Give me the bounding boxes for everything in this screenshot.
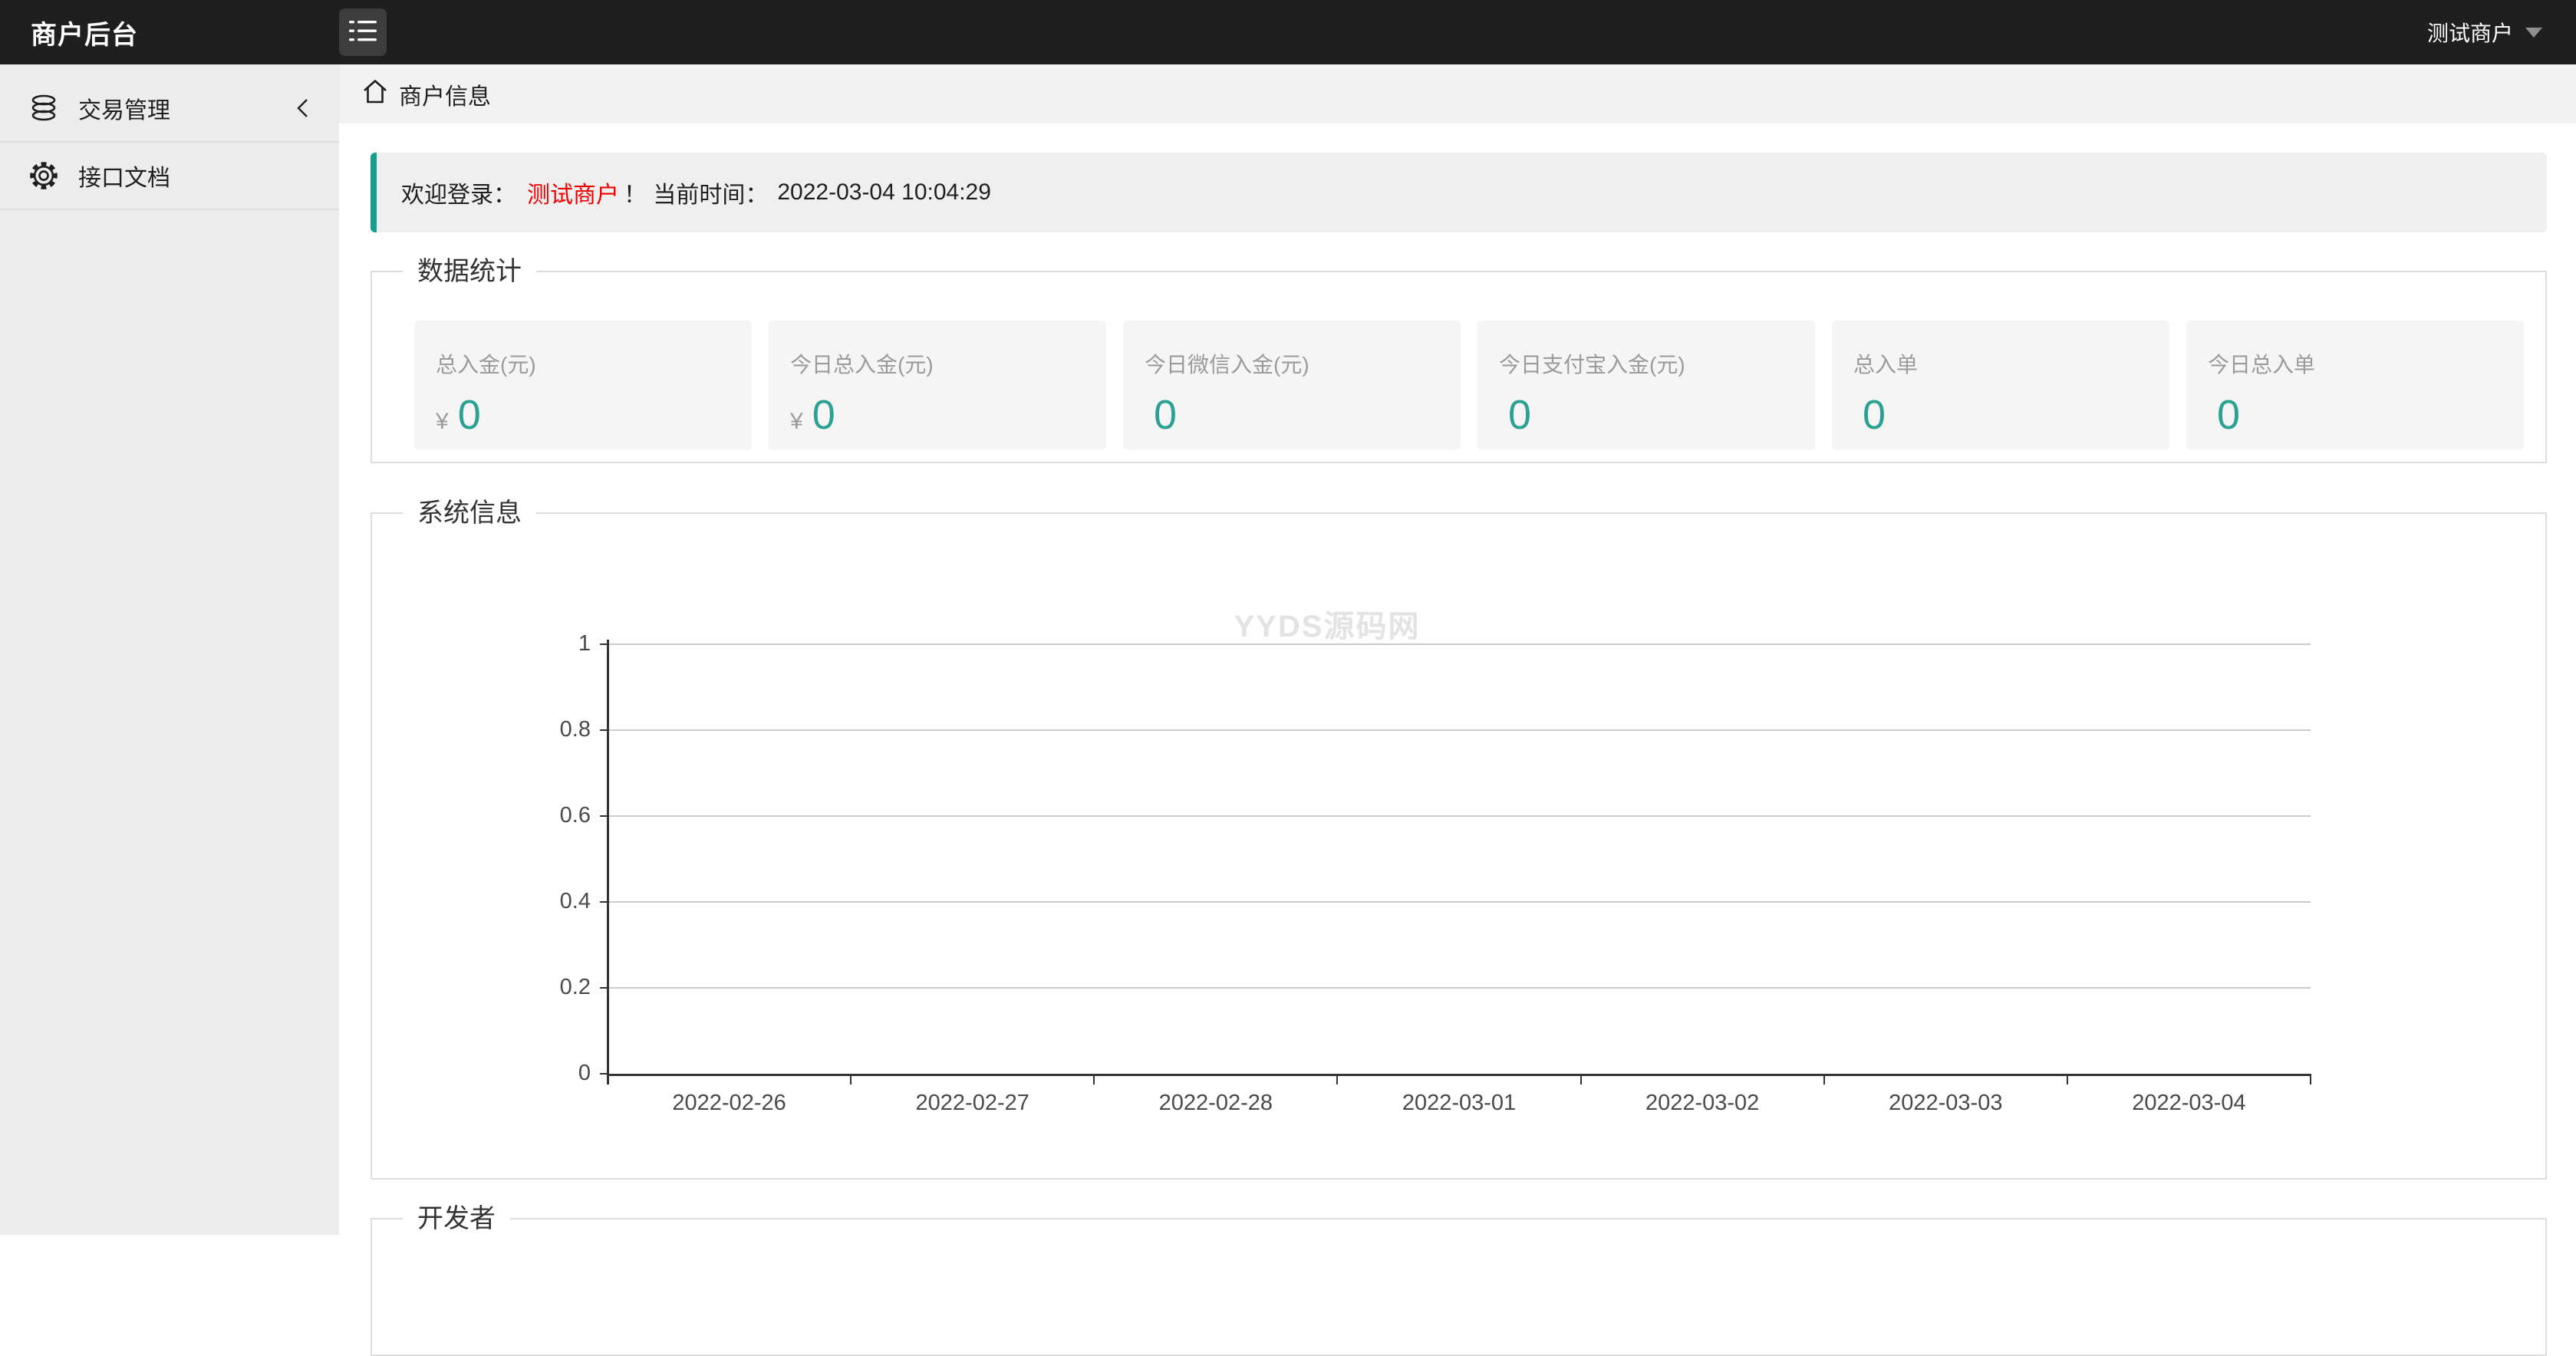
y-axis-label: 1	[499, 631, 591, 657]
gear-icon	[29, 161, 60, 190]
stat-card-value: 0	[1508, 394, 1531, 436]
stat-card-total-orders: 总入单 0	[1832, 321, 2169, 450]
currency-symbol: ¥	[790, 409, 803, 435]
y-axis-label: 0.8	[499, 717, 591, 742]
stat-card-total-in: 总入金(元) ¥0	[414, 321, 752, 450]
welcome-banner: 欢迎登录： 测试商户 ！ 当前时间： 2022-03-04 10:04:29	[371, 153, 2547, 232]
stat-card-today-orders: 今日总入单 0	[2186, 321, 2524, 450]
chart-watermark: YYDS源码网	[1174, 601, 1481, 646]
x-axis-label: 2022-03-03	[1830, 1091, 2060, 1116]
stat-card-today-wechat: 今日微信入金(元) 0	[1123, 321, 1461, 450]
stat-card-label: 今日支付宝入金(元)	[1499, 348, 1815, 379]
stats-panel-title: 数据统计	[403, 256, 536, 287]
stat-card-label: 今日微信入金(元)	[1145, 348, 1461, 379]
system-info-panel: 系统信息 10.80.60.40.202022-02-262022-02-272…	[371, 512, 2547, 1180]
x-axis-tick	[2067, 1074, 2068, 1084]
x-axis-tick	[1580, 1074, 1582, 1084]
database-icon	[29, 94, 60, 122]
x-axis-tick	[2310, 1074, 2311, 1084]
caret-down-icon	[2525, 28, 2542, 38]
stat-card-label: 总入单	[1853, 348, 2169, 379]
stat-card-value: 0	[812, 394, 835, 436]
x-axis-line	[607, 1074, 2311, 1076]
x-axis-tick	[607, 1074, 608, 1084]
sidebar: 交易管理 接口文档	[0, 64, 339, 1235]
topbar: 商户后台 测试商户	[0, 0, 2576, 64]
y-axis-line	[607, 640, 609, 1084]
y-gridline	[609, 901, 2311, 903]
x-axis-label: 2022-02-28	[1101, 1091, 1331, 1116]
app-title: 商户后台	[0, 14, 339, 51]
line-chart: 1 0.8 0.6 0.4 0.2 0 2022-02-26 2022-02-27 2022-0…	[372, 514, 2545, 1178]
stat-card-value: 0	[1863, 394, 1886, 436]
x-axis-label: 2022-02-27	[858, 1091, 1088, 1116]
stat-card-value: 0	[1154, 394, 1177, 436]
x-axis-label: 2022-03-02	[1587, 1091, 1817, 1116]
stats-cards-row: 总入金(元) ¥0 今日总入金(元) ¥0 今日微信入金(元) 0 今日支付宝入…	[414, 321, 2524, 450]
sidebar-item-api-docs[interactable]: 接口文档	[0, 143, 339, 210]
content: 欢迎登录： 测试商户 ！ 当前时间： 2022-03-04 10:04:29 数…	[339, 123, 2576, 1356]
sidebar-item-label: 交易管理	[78, 91, 295, 125]
breadcrumb-label: 商户信息	[399, 77, 491, 111]
stat-card-value: 0	[458, 394, 481, 436]
breadcrumb[interactable]: 商户信息	[339, 64, 2576, 123]
stats-panel: 数据统计 总入金(元) ¥0 今日总入金(元) ¥0 今日微信入金(元) 0 今…	[371, 271, 2547, 463]
stat-card-today-in: 今日总入金(元) ¥0	[769, 321, 1106, 450]
stat-card-label: 今日总入单	[2208, 348, 2524, 379]
y-gridline	[609, 815, 2311, 817]
current-time: 2022-03-04 10:04:29	[777, 179, 991, 206]
welcome-separator: ！ 当前时间：	[624, 176, 768, 209]
x-axis-tick	[1823, 1074, 1825, 1084]
y-axis-label: 0.4	[499, 889, 591, 914]
currency-symbol: ¥	[436, 409, 449, 435]
user-dropdown[interactable]: 测试商户	[2427, 17, 2576, 48]
welcome-merchant-name: 测试商户	[527, 176, 619, 209]
stat-card-label: 今日总入金(元)	[790, 348, 1106, 379]
x-axis-label: 2022-02-26	[614, 1091, 845, 1116]
developer-panel: 开发者	[371, 1218, 2547, 1356]
home-icon	[362, 78, 388, 110]
user-name: 测试商户	[2427, 17, 2513, 48]
x-axis-tick	[1093, 1074, 1095, 1084]
sidebar-item-label: 接口文档	[78, 159, 311, 193]
welcome-prefix: 欢迎登录：	[401, 176, 516, 209]
sidebar-item-trade-management[interactable]: 交易管理	[0, 75, 339, 143]
x-axis-tick	[850, 1074, 852, 1084]
y-axis-label: 0	[499, 1061, 591, 1086]
y-gridline	[609, 729, 2311, 731]
chevron-left-icon	[295, 97, 311, 120]
stat-card-today-alipay: 今日支付宝入金(元) 0	[1477, 321, 1815, 450]
developer-panel-title: 开发者	[403, 1203, 510, 1234]
x-axis-label: 2022-03-04	[2074, 1091, 2304, 1116]
stat-card-label: 总入金(元)	[436, 348, 752, 379]
sidebar-menu: 交易管理 接口文档	[0, 64, 339, 210]
y-gridline	[609, 987, 2311, 989]
stat-card-value: 0	[2217, 394, 2240, 436]
y-axis-label: 0.2	[499, 975, 591, 1000]
y-axis-label: 0.6	[499, 803, 591, 828]
main-area: 商户信息 欢迎登录： 测试商户 ！ 当前时间： 2022-03-04 10:04…	[339, 64, 2576, 1235]
sidebar-collapse-button[interactable]	[339, 8, 387, 56]
hamburger-icon	[349, 21, 377, 44]
x-axis-tick	[1336, 1074, 1338, 1084]
x-axis-label: 2022-03-01	[1344, 1091, 1574, 1116]
